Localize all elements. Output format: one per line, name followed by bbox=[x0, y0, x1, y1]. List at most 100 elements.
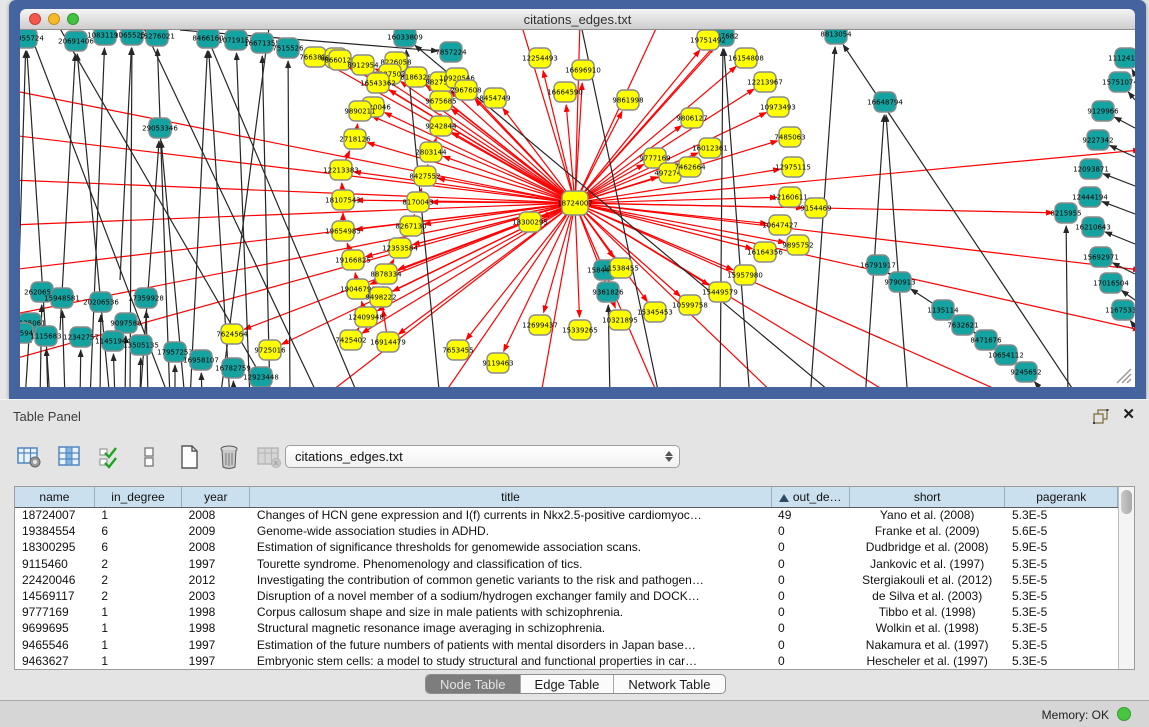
table-scrollbar[interactable] bbox=[1118, 487, 1134, 669]
table-cell: 9463627 bbox=[15, 653, 94, 669]
table-cell: 0 bbox=[771, 572, 849, 588]
graph-node-label: 12699437 bbox=[522, 322, 558, 330]
graph-node-label: 15345453 bbox=[637, 309, 673, 317]
graph-node-label: 9227342 bbox=[1082, 137, 1113, 145]
graph-node-label: 12342757 bbox=[63, 334, 99, 342]
graph-node-label: 10973493 bbox=[760, 104, 796, 112]
table-tabs: Node Table Edge Table Network Table bbox=[425, 674, 726, 694]
graph-node-label: 7632621 bbox=[947, 322, 978, 330]
column-header-short[interactable]: short bbox=[849, 487, 1005, 507]
table-cell: Investigating the contribution of common… bbox=[250, 572, 771, 588]
select-column-icon[interactable] bbox=[54, 443, 84, 471]
table-row[interactable]: 1830029562008Estimation of significance … bbox=[15, 539, 1118, 555]
column-header-name[interactable]: name bbox=[15, 487, 94, 507]
graph-node-label: 12213383 bbox=[323, 167, 359, 175]
table-cell: Tourette syndrome. Phenomenology and cla… bbox=[250, 556, 771, 572]
graph-node-label: 16033809 bbox=[387, 34, 423, 42]
table-cell: 1 bbox=[94, 604, 181, 620]
column-header-year[interactable]: year bbox=[182, 487, 250, 507]
panel-title: Table Panel bbox=[13, 409, 81, 424]
window-titlebar[interactable]: citations_edges.txt bbox=[20, 9, 1135, 30]
table-cell: 2 bbox=[94, 588, 181, 604]
graph-node-label: 8170043 bbox=[402, 199, 433, 207]
table-row[interactable]: 977716911998Corpus callosum shape and si… bbox=[15, 604, 1118, 620]
table-row[interactable]: 1456911722003Disruption of a novel membe… bbox=[15, 588, 1118, 604]
table-settings-icon[interactable] bbox=[14, 443, 44, 471]
table-panel: Table Panel ✕ bbox=[0, 399, 1149, 700]
new-table-icon[interactable] bbox=[174, 443, 204, 471]
table-cell: Estimation of the future numbers of pati… bbox=[250, 637, 771, 653]
graph-node-label: 16543362 bbox=[360, 80, 396, 88]
float-panel-icon[interactable] bbox=[1093, 409, 1109, 424]
memory-status-label: Memory: OK bbox=[1042, 708, 1109, 722]
table-cell: de Silva et al. (2003) bbox=[849, 588, 1005, 604]
table-cell: Corpus callosum shape and size in male p… bbox=[250, 604, 771, 620]
table-cell: Nakamura et al. (1997) bbox=[849, 637, 1005, 653]
table-cell: 1997 bbox=[182, 556, 250, 572]
delete-icon[interactable] bbox=[214, 443, 244, 471]
column-header-in_degree[interactable]: in_degree bbox=[94, 487, 181, 507]
show-columns-icon[interactable] bbox=[94, 443, 124, 471]
table-row[interactable]: 969969511998Structural magnetic resonanc… bbox=[15, 620, 1118, 636]
column-header-title[interactable]: title bbox=[250, 487, 771, 507]
table-cell: 0 bbox=[771, 539, 849, 555]
table-cell: Disruption of a novel member of a sodium… bbox=[250, 588, 771, 604]
table-cell: 0 bbox=[771, 637, 849, 653]
graph-edge bbox=[1122, 291, 1135, 300]
table-row[interactable]: 1872400712008Changes of HCN gene express… bbox=[15, 507, 1118, 523]
dropdown-stepper-icon bbox=[661, 451, 679, 462]
graph-node-label: 10647427 bbox=[762, 222, 798, 230]
tab-node-table[interactable]: Node Table bbox=[426, 675, 520, 693]
table-cell: 5.3E-5 bbox=[1005, 556, 1118, 572]
graph-edge bbox=[62, 311, 65, 387]
table-row[interactable]: 1938455462009Genome-wide association stu… bbox=[15, 523, 1118, 539]
table-row[interactable]: 2242004622012Investigating the contribut… bbox=[15, 572, 1118, 588]
table-row[interactable]: 911546021997Tourette syndrome. Phenomeno… bbox=[15, 556, 1118, 572]
tab-edge-table[interactable]: Edge Table bbox=[520, 675, 614, 693]
graph-node-label: 8471676 bbox=[970, 337, 1002, 345]
tab-network-table[interactable]: Network Table bbox=[613, 675, 724, 693]
graph-node-label: 9890211 bbox=[344, 108, 375, 116]
graph-node-label: 29053346 bbox=[142, 125, 178, 133]
graph-node-label: 9790913 bbox=[884, 279, 915, 287]
graph-node-label: 1135114 bbox=[927, 307, 959, 315]
graph-edge bbox=[20, 203, 575, 225]
graph-node-label: 9725016 bbox=[254, 347, 286, 355]
table-cell: 1 bbox=[94, 507, 181, 523]
graph-node-label: 9242844 bbox=[425, 123, 457, 131]
graph-node-label: 16782759 bbox=[215, 365, 251, 373]
table-cell: 6 bbox=[94, 539, 181, 555]
column-header-pagerank[interactable]: pagerank bbox=[1005, 487, 1118, 507]
network-canvas[interactable]: 2405572420691406108311971065525715276021… bbox=[20, 30, 1135, 387]
graph-node-label: 16914479 bbox=[370, 339, 406, 347]
close-panel-icon[interactable]: ✕ bbox=[1122, 407, 1135, 423]
graph-node-label: 16210643 bbox=[1075, 224, 1111, 232]
graph-node-label: 2718126 bbox=[339, 136, 371, 144]
graph-node-label: 2803144 bbox=[415, 149, 447, 157]
table-row[interactable]: 946362711997Embryonic stem cells: a mode… bbox=[15, 653, 1118, 669]
scrollbar-thumb[interactable] bbox=[1121, 490, 1132, 514]
table-cell: 5.3E-5 bbox=[1005, 653, 1118, 669]
table-cell: 2003 bbox=[182, 588, 250, 604]
graph-node-label: 17957253 bbox=[157, 349, 193, 357]
table-cell: Embryonic stem cells: a model to study s… bbox=[250, 653, 771, 669]
table-cell: 5.5E-5 bbox=[1005, 572, 1118, 588]
graph-edge bbox=[575, 66, 736, 203]
table-cell: 18724007 bbox=[15, 507, 94, 523]
graph-node-label: 12093871 bbox=[1073, 166, 1109, 174]
rows-icon[interactable] bbox=[134, 443, 164, 471]
column-header-out_de[interactable]: out_de… bbox=[771, 487, 849, 507]
graph-node-label: 16791917 bbox=[860, 262, 896, 270]
status-bar: Memory: OK bbox=[0, 700, 1149, 727]
graph-edge bbox=[233, 381, 234, 387]
table-selector-dropdown[interactable]: citations_edges.txt bbox=[285, 445, 680, 468]
table-cell: 14569117 bbox=[15, 588, 94, 604]
table-cell: 5.3E-5 bbox=[1005, 604, 1118, 620]
resize-grip-icon[interactable] bbox=[1113, 365, 1133, 385]
graph-node-label: 17359928 bbox=[128, 295, 164, 303]
graph-node-label: 16154808 bbox=[728, 55, 764, 63]
graph-edge bbox=[262, 56, 270, 387]
graph-node-label: 11124178 bbox=[1108, 55, 1135, 63]
table-row[interactable]: 946554611997Estimation of the future num… bbox=[15, 637, 1118, 653]
graph-edge bbox=[372, 116, 575, 203]
